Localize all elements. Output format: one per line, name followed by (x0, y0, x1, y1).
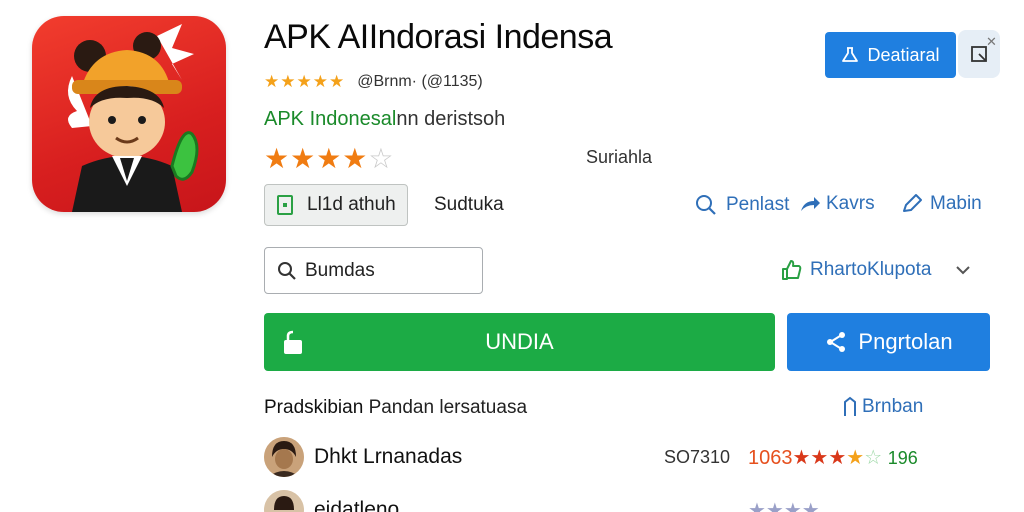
search-icon (696, 195, 716, 215)
review-rating: ★★★★ (748, 499, 820, 512)
share-action-link[interactable]: Kavrs (798, 193, 875, 215)
close-icon[interactable]: ✕ (986, 34, 997, 50)
install-button[interactable]: UNDIA (264, 313, 775, 371)
review-row: eidatleno ★★★★ (264, 490, 964, 512)
avatar (264, 437, 304, 477)
reviewer-name: eidatleno (314, 498, 400, 512)
review-date: SO7310 (664, 446, 731, 467)
filter-dropdown[interactable]: RhartoKlupota (780, 258, 973, 282)
edit-icon (903, 194, 922, 212)
star-rating: ★★★★☆ (264, 143, 395, 174)
tag-icon (277, 195, 293, 215)
edit-action-link[interactable]: Mabin (900, 193, 982, 215)
search-icon (278, 261, 296, 280)
lock-icon (284, 330, 302, 354)
flask-icon (842, 47, 859, 62)
reviews-title-rest: Pandan lersatuasa (368, 397, 528, 418)
top-action-label: Deatiaral (867, 44, 940, 65)
small-star-rating: ★★★★★ (264, 72, 346, 91)
share-button[interactable]: Pngrtolan (787, 313, 990, 371)
app-mascot-icon (68, 24, 199, 212)
install-label: UNDIA (485, 329, 554, 354)
tag-label: Ll1d athuh (307, 194, 396, 215)
top-action-button[interactable]: Deatiaral (825, 32, 956, 78)
developer-suffix: nn deristsoh (396, 108, 506, 130)
dropdown-label: RhartoKlupota (810, 259, 932, 280)
action-link-3-label: Mabin (930, 193, 982, 214)
category-label: Sudtuka (434, 194, 504, 215)
like-icon (782, 260, 802, 280)
share-icon (801, 197, 820, 211)
chevron-down-icon (956, 266, 971, 275)
developer-name[interactable]: APK Indonesal (264, 108, 396, 130)
review-rating-value: 1063 (748, 446, 793, 469)
reviews-title-bold: Pradskibian (264, 397, 364, 418)
meta-text: @Brnm· (@1135) (357, 73, 483, 90)
reviewer-name: Dhkt Lrnanadas (314, 445, 463, 468)
tag-button[interactable]: Ll1d athuh (264, 184, 408, 226)
share-label: Pngrtolan (858, 329, 953, 354)
meta-row: ★★★★★ @Brnm· (@1135) (264, 72, 483, 92)
bookmark-icon (844, 396, 856, 416)
search-action-link[interactable]: Penlast (694, 193, 789, 217)
action-link-1-label: Penlast (726, 194, 790, 215)
review-row: Dhkt Lrnanadas SO7310 1063★★★★☆ 196 (264, 437, 964, 477)
action-link-2-label: Kavrs (826, 193, 875, 214)
search-box[interactable] (264, 247, 483, 294)
avatar (264, 490, 304, 512)
search-input[interactable] (305, 259, 465, 282)
rating-label: Suriahla (586, 147, 653, 167)
reviews-link[interactable]: Brnban (842, 396, 923, 418)
app-title: APK AIIndorasi Indensa (264, 18, 613, 56)
reviews-link-label: Brnban (862, 396, 924, 417)
share-icon (827, 332, 846, 352)
review-rating: 1063★★★★☆ 196 (748, 446, 918, 469)
reviews-title: Pradskibian Pandan lersatuasa (264, 397, 527, 419)
app-icon (32, 16, 226, 212)
developer-line[interactable]: APK Indonesalnn deristsoh (264, 108, 505, 131)
review-count: 196 (887, 447, 918, 468)
